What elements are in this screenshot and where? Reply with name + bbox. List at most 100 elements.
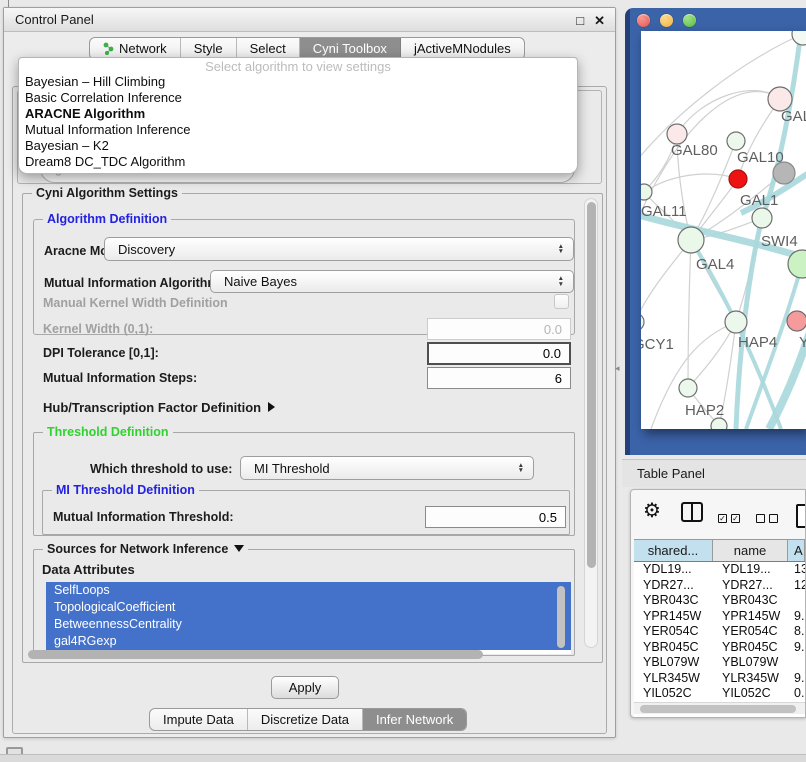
table-cell: YIL052C — [713, 686, 788, 702]
algorithm-option[interactable]: Dream8 DC_TDC Algorithm — [19, 154, 577, 170]
select-all-icon[interactable]: ✓✓ — [718, 514, 740, 523]
tab-infer-network[interactable]: Infer Network — [363, 709, 466, 730]
aracne-mode-combo[interactable]: Discovery ▲▼ — [104, 237, 574, 261]
mi-steps-field[interactable]: 6 — [427, 367, 571, 389]
table-horizontal-scrollbar[interactable] — [634, 702, 805, 714]
tab-jactivemnodules[interactable]: jActiveMNodules — [401, 38, 524, 59]
node-gcy1[interactable] — [641, 313, 644, 331]
tab-network[interactable]: Network — [90, 38, 181, 59]
network-edge[interactable] — [644, 174, 738, 192]
network-edge[interactable] — [688, 240, 691, 388]
table-row[interactable]: YIL052CYIL052C0. — [634, 686, 805, 702]
node-bottom[interactable] — [711, 418, 727, 429]
table-cell: YBL079W — [713, 655, 788, 671]
node-gal80[interactable] — [667, 124, 687, 144]
gear-icon[interactable]: ⚙ — [643, 501, 661, 521]
bottom-strip — [0, 754, 806, 762]
network-canvas[interactable]: GALGAL80GAL10GAL1GAL11SWI4GAL4GCY1HAP4YH… — [641, 31, 806, 429]
sources-title[interactable]: Sources for Network Inference — [43, 542, 248, 556]
table-row[interactable]: YBR043CYBR043C — [634, 593, 805, 609]
table-row[interactable]: YDR27...YDR27...12 — [634, 578, 805, 594]
algorithm-option[interactable]: Bayesian – Hill Climbing — [19, 74, 577, 90]
mi-steps-label: Mutual Information Steps: — [43, 371, 197, 385]
mi-threshold-label: Mutual Information Threshold: — [53, 510, 234, 524]
node-gal10-label: GAL10 — [737, 149, 784, 166]
table-cell: YBR045C — [713, 640, 788, 656]
node-gal4[interactable] — [678, 227, 704, 253]
dpi-tolerance-field[interactable]: 0.0 — [427, 342, 571, 365]
table-row[interactable]: YLR345WYLR345W9. — [634, 671, 805, 687]
table-row[interactable]: YBR045CYBR045C9. — [634, 640, 805, 656]
manual-kernel-width-checkbox[interactable] — [554, 294, 569, 309]
settings-horizontal-scrollbar[interactable] — [28, 650, 483, 659]
network-edge[interactable] — [688, 322, 736, 388]
mi-threshold-field[interactable]: 0.5 — [425, 506, 566, 528]
tab-style[interactable]: Style — [181, 38, 237, 59]
tab-label: Impute Data — [163, 712, 234, 727]
node-gal1[interactable] — [752, 208, 772, 228]
tab-cyni-toolbox[interactable]: Cyni Toolbox — [300, 38, 401, 59]
table-toolbar: ⚙ ✓✓ — [631, 490, 805, 539]
tab-discretize-data[interactable]: Discretize Data — [248, 709, 363, 730]
node-top-right[interactable] — [792, 31, 806, 45]
table-row[interactable]: YBL079WYBL079W — [634, 655, 805, 671]
algorithm-option[interactable]: Mutual Information Inference — [19, 122, 577, 138]
apply-button[interactable]: Apply — [271, 676, 339, 699]
table-row[interactable]: YER054CYER054C8. — [634, 624, 805, 640]
network-view-window: GALGAL80GAL10GAL1GAL11SWI4GAL4GCY1HAP4YH… — [625, 8, 806, 455]
mi-algorithm-type-combo[interactable]: Naive Bayes ▲▼ — [210, 270, 574, 293]
network-edge[interactable] — [677, 91, 780, 134]
attribute-list-item[interactable]: gal4RGexp — [46, 633, 571, 650]
tab-impute-data[interactable]: Impute Data — [150, 709, 248, 730]
table-cell: 9. — [788, 609, 805, 625]
node-hap2[interactable] — [679, 379, 697, 397]
node-gal10[interactable] — [727, 132, 745, 150]
mi-threshold-title: MI Threshold Definition — [52, 483, 199, 497]
node-salmon[interactable] — [787, 311, 806, 331]
node-hap4[interactable] — [725, 311, 747, 333]
table-cell: YDR27... — [713, 578, 788, 594]
control-panel-titlebar[interactable]: Control Panel □ ✕ — [4, 8, 615, 32]
algorithm-option[interactable]: Basic Correlation Inference — [19, 90, 577, 106]
data-attributes-list[interactable]: SelfLoopsTopologicalCoefficientBetweenne… — [46, 582, 571, 654]
network-graph: GALGAL80GAL10GAL1GAL11SWI4GAL4GCY1HAP4YH… — [641, 31, 806, 429]
new-table-icon[interactable] — [796, 504, 806, 528]
panel-resize-handle[interactable]: ◂ — [615, 363, 620, 374]
table-panel-title: Table Panel — [622, 466, 705, 481]
deselect-all-icon[interactable] — [756, 514, 778, 523]
table-cell: YBL079W — [634, 655, 713, 671]
column-view-icon[interactable] — [681, 502, 703, 522]
attribute-list-item[interactable]: BetweennessCentrality — [46, 616, 571, 633]
node-gal2-label: GAL — [781, 108, 806, 125]
close-window-icon[interactable] — [637, 14, 650, 27]
network-edge[interactable] — [641, 240, 691, 322]
tab-select[interactable]: Select — [237, 38, 300, 59]
mi-algorithm-type-value: Naive Bayes — [224, 274, 297, 289]
node-red[interactable] — [729, 170, 747, 188]
list-scrollbar[interactable] — [557, 586, 565, 648]
table-panel-titlebar[interactable]: Table Panel — [622, 459, 806, 487]
threshold-definition-group: Threshold Definition Which threshold to … — [33, 432, 575, 536]
kernel-width-field[interactable]: 0.0 — [427, 318, 571, 340]
close-panel-icon[interactable]: ✕ — [594, 14, 605, 27]
node-gal11[interactable] — [641, 184, 652, 200]
table-row[interactable]: YDL19...YDL19...13 — [634, 562, 805, 578]
which-threshold-value: MI Threshold — [254, 461, 330, 476]
node-gray[interactable] — [773, 162, 795, 184]
float-window-icon[interactable]: □ — [576, 14, 584, 27]
node-gal4-label: GAL4 — [696, 256, 734, 273]
minimize-window-icon[interactable] — [660, 14, 673, 27]
zoom-window-icon[interactable] — [683, 14, 696, 27]
table-cell: YDL19... — [713, 562, 788, 578]
attribute-list-item[interactable]: SelfLoops — [46, 582, 571, 599]
column-header-3[interactable]: A — [788, 540, 805, 561]
settings-vertical-scrollbar[interactable] — [584, 198, 598, 648]
table-row[interactable]: YPR145WYPR145W9. — [634, 609, 805, 625]
hub-definition-toggle[interactable]: Hub/Transcription Factor Definition — [43, 400, 275, 415]
algorithm-option[interactable]: Bayesian – K2 — [19, 138, 577, 154]
algorithm-option[interactable]: ARACNE Algorithm — [19, 106, 577, 122]
column-header-2[interactable]: name — [713, 540, 788, 561]
column-header-1[interactable]: shared... — [634, 540, 713, 561]
which-threshold-combo[interactable]: MI Threshold ▲▼ — [240, 456, 534, 480]
attribute-list-item[interactable]: TopologicalCoefficient — [46, 599, 571, 616]
